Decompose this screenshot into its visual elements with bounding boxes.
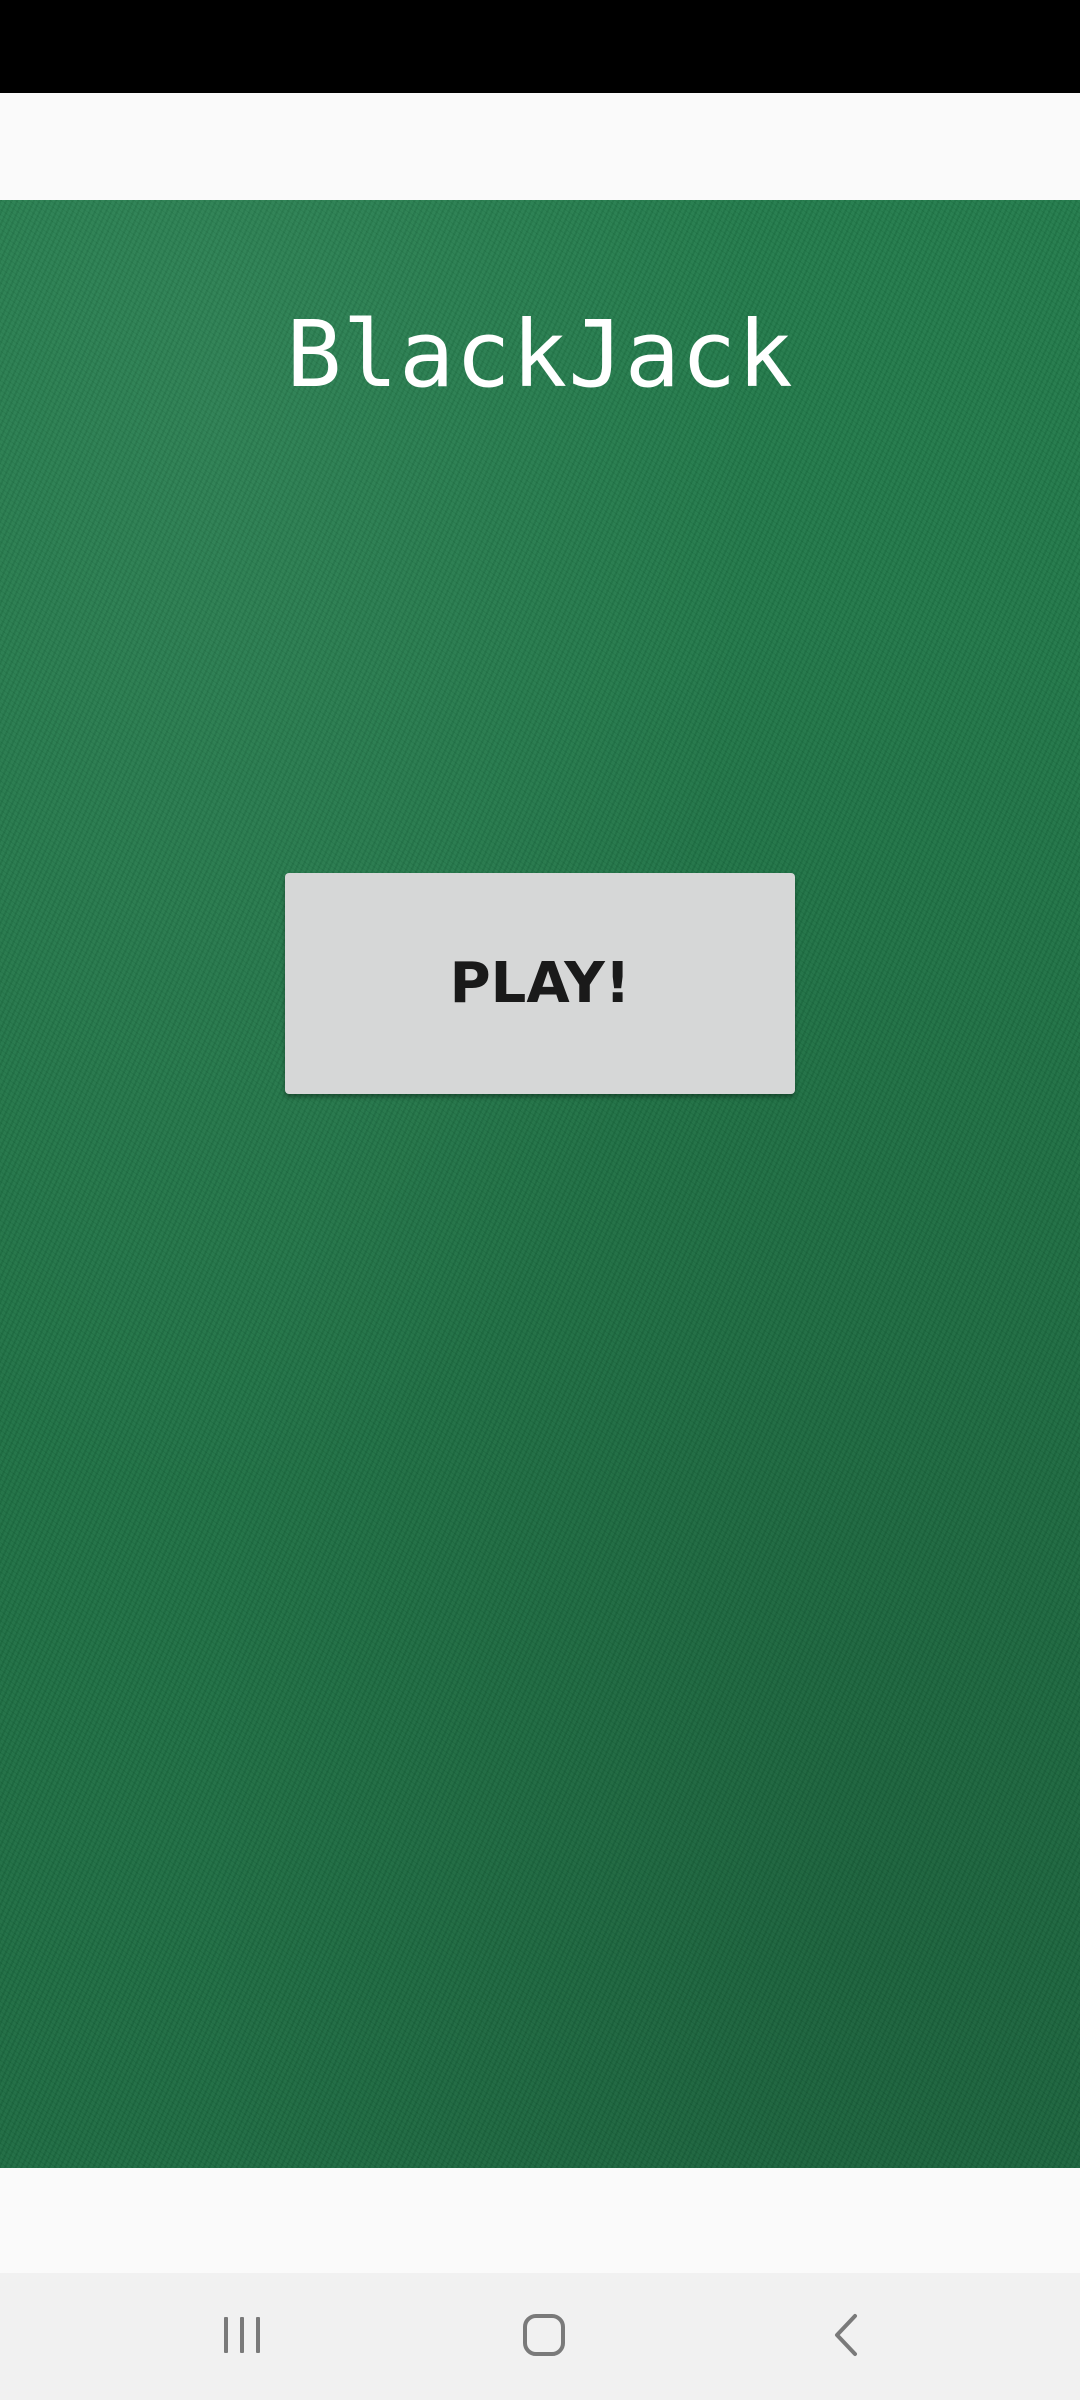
bottom-app-area — [0, 2168, 1080, 2273]
status-bar — [0, 0, 1080, 93]
home-icon — [521, 2312, 567, 2362]
game-title: BlackJack — [286, 301, 794, 408]
back-icon — [829, 2312, 863, 2362]
recent-apps-icon — [220, 2315, 264, 2359]
play-button[interactable]: PLAY! — [285, 873, 795, 1094]
game-screen: BlackJack PLAY! — [0, 0, 1080, 2400]
system-navigation-bar — [0, 2273, 1080, 2400]
felt-table-background — [0, 200, 1080, 2168]
top-app-area — [0, 93, 1080, 200]
recent-apps-button[interactable] — [162, 2273, 322, 2400]
home-button[interactable] — [464, 2273, 624, 2400]
back-button[interactable] — [766, 2273, 926, 2400]
